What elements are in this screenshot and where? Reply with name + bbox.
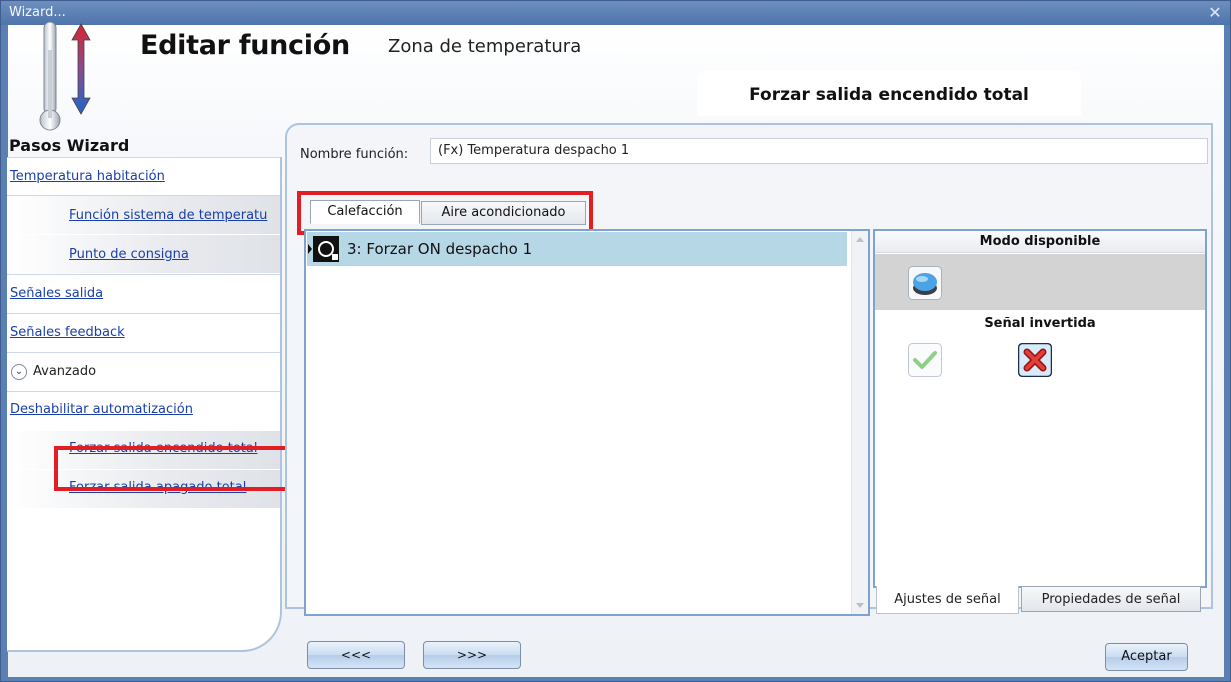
close-icon[interactable]: ✕ bbox=[1206, 1, 1224, 25]
list-scrollbar[interactable] bbox=[851, 231, 868, 614]
step-row: Señales salida bbox=[7, 275, 280, 313]
thermometer-icon bbox=[39, 21, 91, 131]
step-link-temperatura-habitacion[interactable]: Temperatura habitación bbox=[10, 169, 165, 184]
step-row: Temperatura habitación bbox=[7, 157, 280, 195]
window-title: Wizard... bbox=[9, 5, 66, 20]
steps-panel: Temperatura habitación Función sistema d… bbox=[7, 157, 282, 652]
step-link-deshabilitar-automatizacion[interactable]: Deshabilitar automatización bbox=[10, 402, 193, 417]
back-button[interactable]: <<< bbox=[307, 641, 405, 669]
mode-available-header: Modo disponible bbox=[875, 231, 1205, 253]
next-button[interactable]: >>> bbox=[423, 641, 521, 669]
accept-button[interactable]: Aceptar bbox=[1105, 643, 1188, 671]
scroll-down-icon[interactable] bbox=[856, 603, 864, 608]
output-signal-icon bbox=[313, 236, 339, 262]
inverted-signal-header: Señal invertida bbox=[984, 316, 1096, 331]
chevron-down-icon[interactable]: ⌄ bbox=[11, 364, 27, 380]
expand-arrow-icon[interactable] bbox=[308, 244, 312, 254]
step-link-punto-consigna[interactable]: Punto de consigna bbox=[69, 247, 189, 262]
step-link-senales-salida[interactable]: Señales salida bbox=[10, 286, 103, 301]
signal-properties-panel: Modo disponible Señal invertida bbox=[873, 229, 1207, 588]
step-row: Señales feedback bbox=[7, 314, 280, 352]
check-icon[interactable] bbox=[908, 343, 942, 377]
signal-list: 3: Forzar ON despacho 1 bbox=[304, 229, 870, 616]
title-bar: Wizard... ✕ bbox=[1, 1, 1230, 25]
step-row: Punto de consigna bbox=[7, 235, 280, 273]
step-row: Deshabilitar automatización bbox=[7, 392, 280, 430]
tab-ajustes-de-senal[interactable]: Ajustes de señal bbox=[876, 586, 1019, 614]
scroll-up-icon[interactable] bbox=[856, 237, 864, 242]
page-title: Editar función bbox=[140, 30, 350, 61]
tab-calefaccion[interactable]: Calefacción bbox=[310, 200, 420, 224]
function-name-field[interactable]: (Fx) Temperatura despacho 1 bbox=[430, 138, 1208, 164]
step-link-funcion-sistema[interactable]: Función sistema de temperatu bbox=[69, 208, 267, 223]
current-step-tab: Forzar salida encendido total bbox=[697, 70, 1081, 116]
step-link-senales-feedback[interactable]: Señales feedback bbox=[10, 325, 125, 340]
cross-icon[interactable] bbox=[1018, 343, 1052, 377]
steps-title: Pasos Wizard bbox=[9, 136, 130, 155]
highlight-box-current-step bbox=[54, 446, 290, 491]
list-item[interactable]: 3: Forzar ON despacho 1 bbox=[307, 232, 847, 266]
current-step-label: Forzar salida encendido total bbox=[749, 85, 1029, 105]
blue-button-mode-icon[interactable] bbox=[908, 266, 942, 300]
list-item-label: 3: Forzar ON despacho 1 bbox=[347, 240, 533, 258]
function-name-label: Nombre función: bbox=[300, 147, 409, 162]
tab-propiedades-de-senal[interactable]: Propiedades de señal bbox=[1021, 586, 1201, 612]
page-subtitle: Zona de temperatura bbox=[388, 36, 582, 57]
mode-available-band bbox=[875, 254, 1205, 310]
step-row: Función sistema de temperatu bbox=[7, 196, 280, 234]
advanced-label: Avanzado bbox=[33, 364, 97, 379]
advanced-section[interactable]: ⌄ Avanzado bbox=[7, 353, 280, 391]
